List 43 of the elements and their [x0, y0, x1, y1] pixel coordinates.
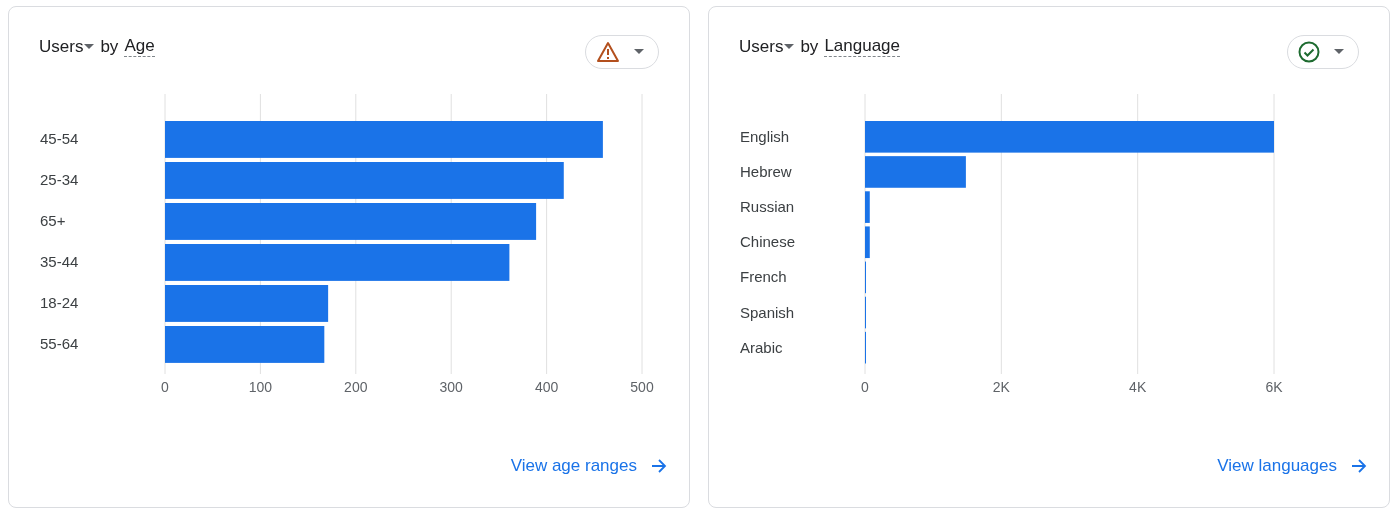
bar — [865, 226, 870, 259]
category-label: French — [740, 268, 787, 286]
axis-tick-label: 100 — [248, 379, 273, 395]
caret-icon — [1334, 49, 1344, 55]
arrow-right-icon — [651, 458, 667, 474]
arrow-right-icon — [1351, 458, 1367, 474]
category-label: 25-34 — [40, 171, 79, 189]
dimension-link[interactable]: Language — [824, 37, 900, 57]
title-text: by — [100, 37, 119, 57]
check-circle-icon — [1298, 41, 1320, 63]
axis-tick-label: 6K — [1265, 379, 1283, 395]
category-label: 35-44 — [40, 253, 79, 271]
category-label: 18-24 — [40, 294, 79, 312]
category-label: Chinese — [740, 233, 796, 251]
category-label: Hebrew — [740, 162, 792, 180]
axis-tick-label: 500 — [630, 379, 654, 395]
axis-tick-label: 400 — [534, 379, 559, 395]
category-label: Spanish — [740, 303, 795, 321]
axis-tick-label: 0 — [861, 379, 869, 395]
axis-tick-label: 300 — [439, 379, 463, 395]
category-label: 65+ — [40, 212, 66, 230]
view-link[interactable]: View age ranges — [510, 456, 667, 476]
category-label: English — [740, 127, 790, 145]
dimension-link[interactable]: Age — [124, 37, 155, 57]
status-dropdown[interactable] — [1287, 35, 1359, 69]
axis-tick-label: 200 — [344, 379, 368, 395]
caret-icon — [784, 44, 795, 50]
axis-tick-label: 0 — [161, 379, 169, 395]
title-text: by — [800, 37, 819, 57]
caret-icon — [84, 44, 95, 50]
category-label: 55-64 — [40, 335, 79, 353]
metric-dropdown[interactable]: Users — [739, 37, 795, 57]
category-label: Russian — [740, 198, 795, 216]
warning-icon — [596, 41, 620, 63]
category-label: Arabic — [740, 338, 783, 356]
metric-dropdown[interactable]: Users — [39, 37, 95, 57]
caret-icon — [634, 49, 644, 55]
bar — [865, 191, 870, 223]
axis-tick-label: 4K — [1129, 379, 1147, 395]
view-link[interactable]: View languages — [1217, 456, 1367, 476]
status-dropdown[interactable] — [585, 35, 659, 69]
axis-tick-label: 2K — [992, 379, 1010, 395]
category-label: 45-54 — [40, 130, 79, 148]
